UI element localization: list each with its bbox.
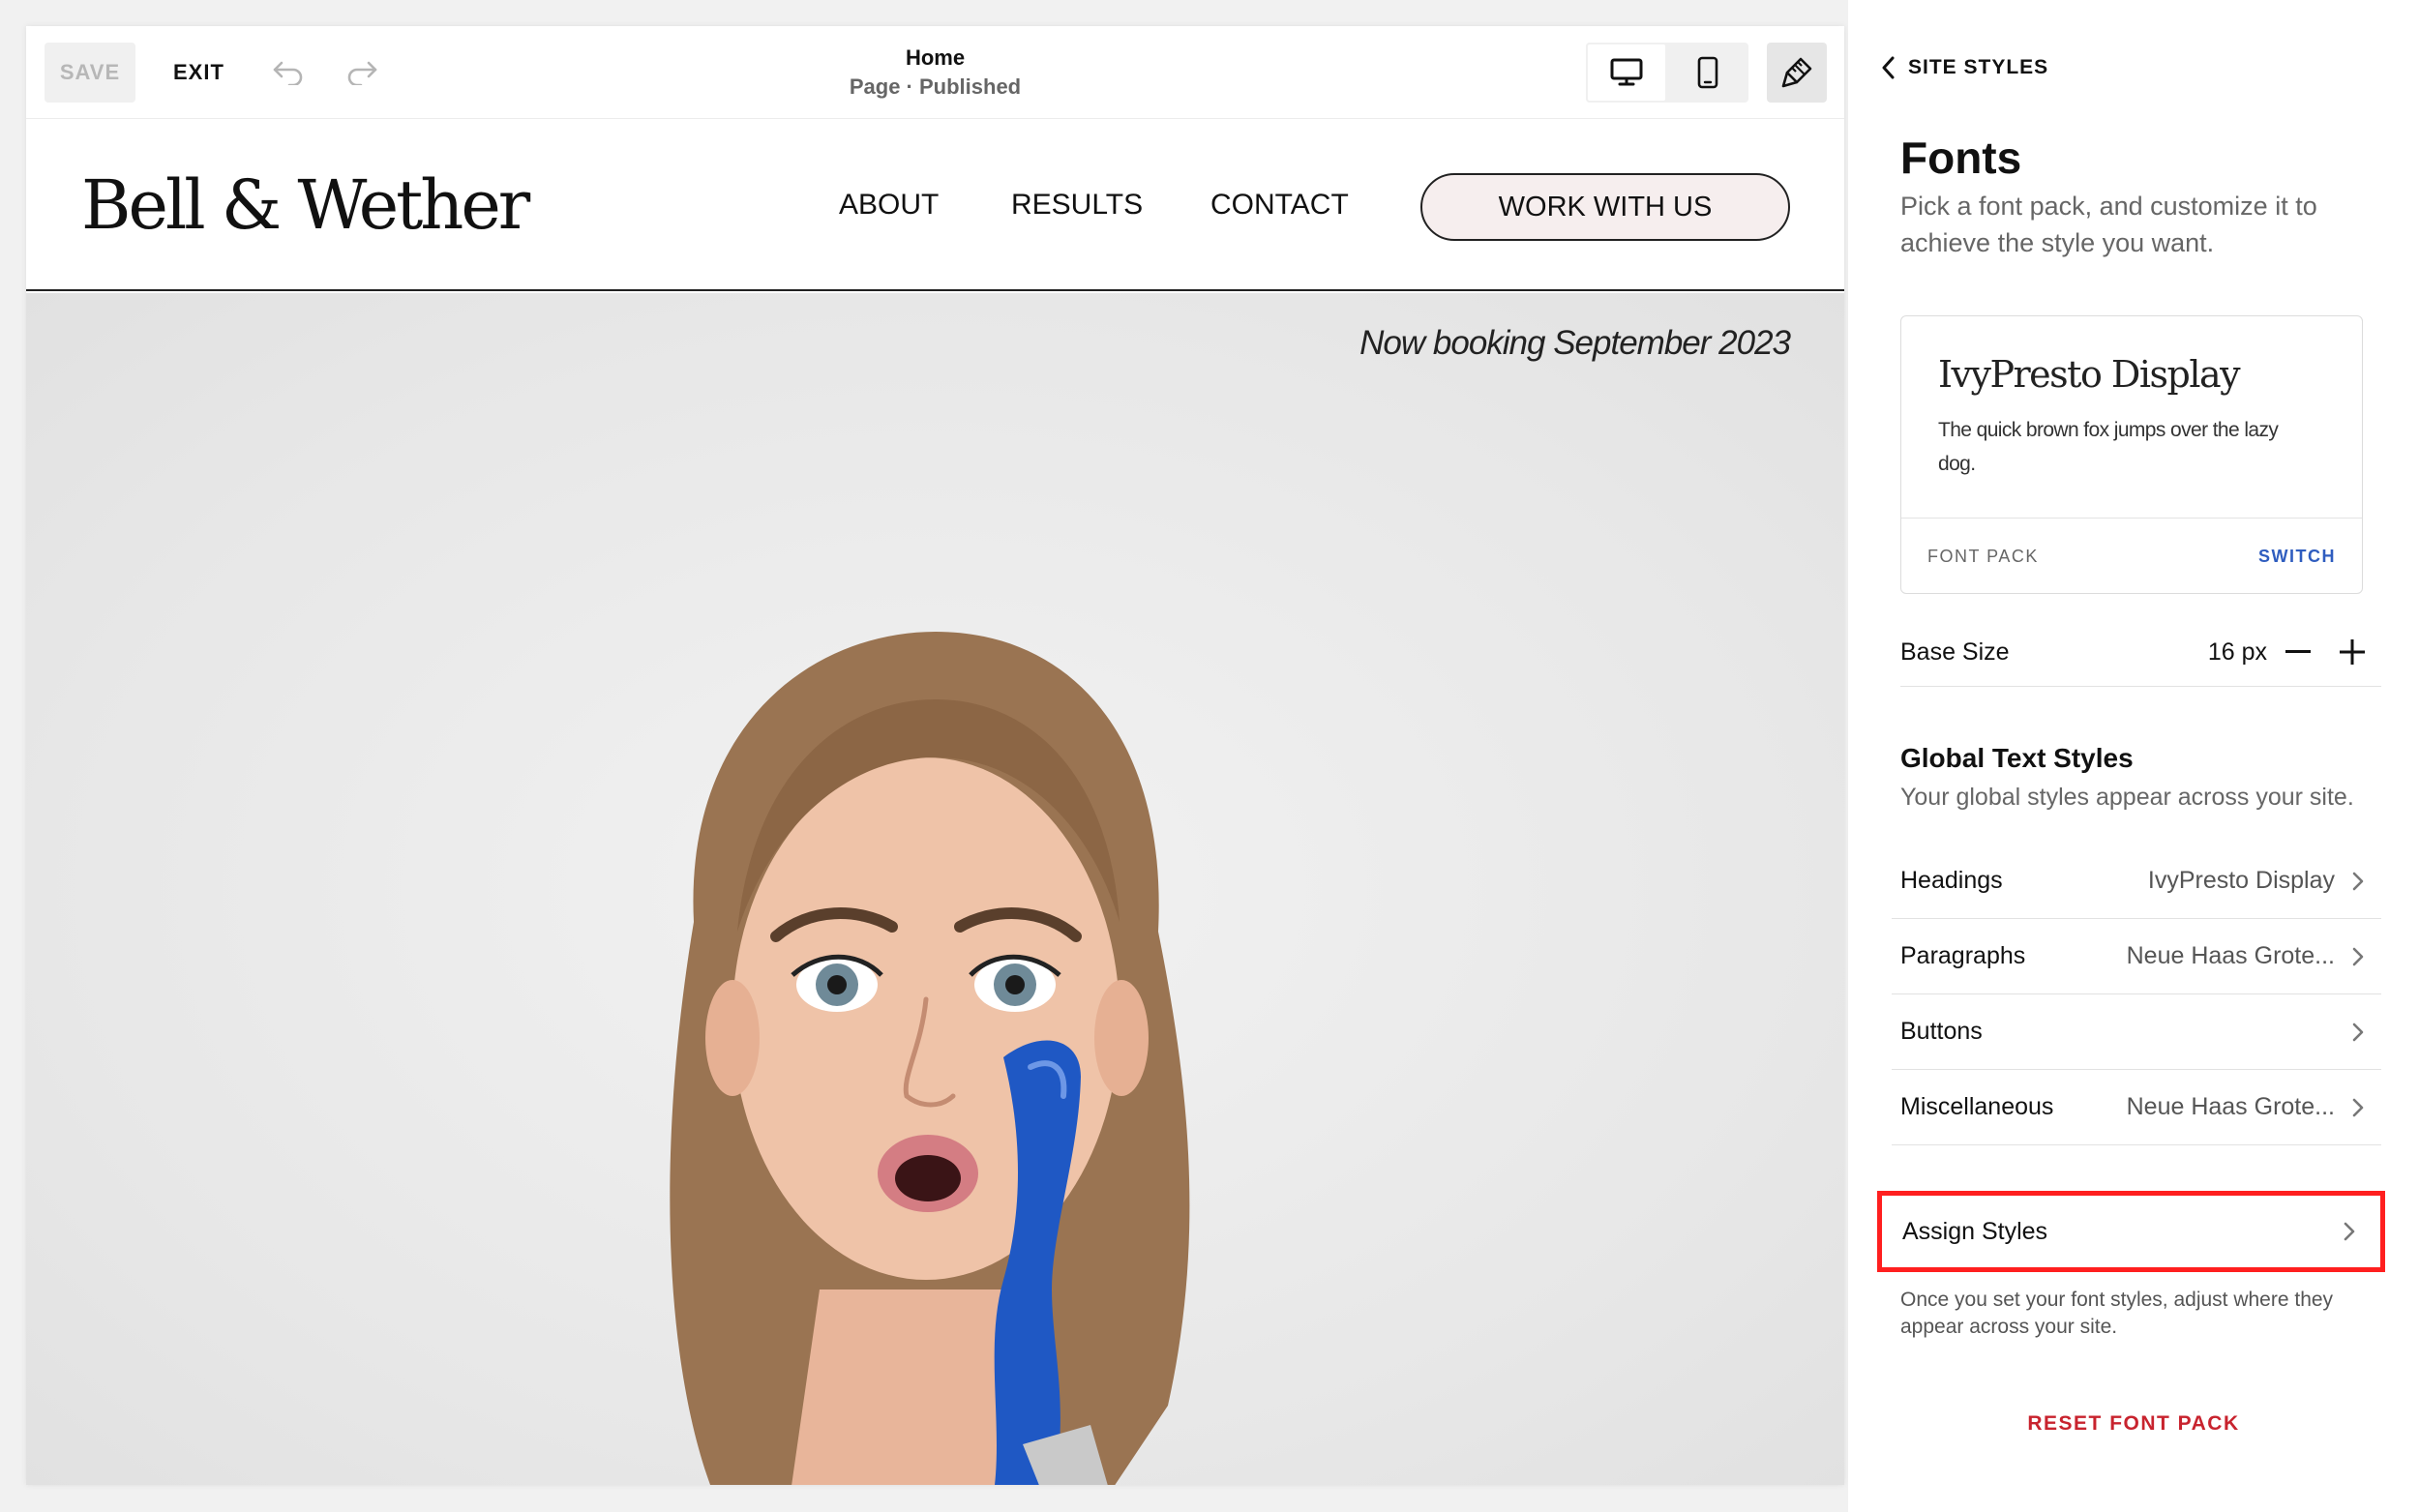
- site-styles-panel: SITE STYLES Fonts Pick a font pack, and …: [1848, 0, 2419, 1512]
- back-to-site-styles[interactable]: SITE STYLES: [1881, 56, 2048, 79]
- editor-toolbar: SAVE EXIT Home Page · Published: [26, 26, 1844, 119]
- hero-section: Now booking September 2023: [26, 293, 1844, 1485]
- chevron-left-icon: [1882, 56, 1895, 79]
- editor-canvas: SAVE EXIT Home Page · Published Bell & W…: [26, 26, 1844, 1485]
- chevron-right-icon: [2352, 1098, 2364, 1117]
- paintbrush-icon[interactable]: [1767, 43, 1827, 103]
- chevron-right-icon: [2352, 872, 2364, 891]
- work-with-us-button[interactable]: WORK WITH US: [1420, 173, 1790, 241]
- style-row-label: Buttons: [1900, 1018, 1983, 1045]
- font-pack-name: IvyPresto Display: [1938, 353, 2241, 396]
- base-size-label: Base Size: [1900, 638, 2010, 666]
- nav-results[interactable]: RESULTS: [1011, 119, 1143, 291]
- mobile-icon[interactable]: [1667, 43, 1748, 103]
- assign-styles-row[interactable]: Assign Styles: [1877, 1191, 2385, 1272]
- font-pack-label: FONT PACK: [1927, 547, 2039, 566]
- panel-subtitle: Pick a font pack, and customize it to ac…: [1900, 192, 2317, 257]
- minus-icon[interactable]: [2279, 633, 2317, 671]
- switch-font-pack-button[interactable]: SWITCH: [2258, 547, 2336, 567]
- font-pack-sample: The quick brown fox jumps over the lazy …: [1938, 419, 2279, 475]
- chevron-right-icon: [2352, 947, 2364, 966]
- style-row-label: Headings: [1900, 867, 2003, 894]
- hero-photo: [670, 632, 1190, 1485]
- base-size-value: 16 px: [2207, 638, 2267, 666]
- nav-about[interactable]: ABOUT: [839, 119, 939, 291]
- site-header: Bell & Wether ABOUT RESULTS CONTACT WORK…: [26, 119, 1844, 291]
- style-row-paragraphs[interactable]: Paragraphs Neue Haas Grote...: [1892, 919, 2381, 994]
- device-toggle: [1586, 43, 1748, 103]
- style-row-value: Neue Haas Grote...: [2126, 1093, 2335, 1120]
- back-label: SITE STYLES: [1908, 56, 2049, 78]
- chevron-right-icon: [2344, 1222, 2355, 1241]
- style-row-label: Paragraphs: [1900, 942, 2026, 969]
- assign-styles-label: Assign Styles: [1902, 1217, 2048, 1245]
- global-text-styles-subtitle: Your global styles appear across your si…: [1900, 784, 2354, 811]
- font-pack-card[interactable]: IvyPresto Display The quick brown fox ju…: [1900, 315, 2363, 594]
- style-row-miscellaneous[interactable]: Miscellaneous Neue Haas Grote...: [1892, 1070, 2381, 1145]
- style-row-value: Neue Haas Grote...: [2126, 942, 2335, 969]
- page-name: Home: [905, 45, 966, 70]
- style-row-headings[interactable]: Headings IvyPresto Display: [1892, 844, 2381, 919]
- panel-title: Fonts: [1900, 133, 2022, 183]
- divider: [1901, 518, 2362, 519]
- global-text-styles-title: Global Text Styles: [1900, 743, 2134, 773]
- style-row-value: IvyPresto Display: [2147, 867, 2335, 894]
- assign-styles-help: Once you set your font styles, adjust wh…: [1900, 1289, 2334, 1338]
- page-status: Page · Published: [849, 74, 1022, 99]
- base-size-row: Base Size 16 px: [1900, 619, 2381, 687]
- chevron-right-icon: [2352, 1023, 2364, 1042]
- style-row-label: Miscellaneous: [1900, 1093, 2054, 1120]
- page-title[interactable]: Home Page · Published: [26, 45, 1844, 100]
- site-logo[interactable]: Bell & Wether: [81, 165, 530, 245]
- desktop-icon[interactable]: [1586, 43, 1667, 103]
- booking-text: Now booking September 2023: [1359, 324, 1791, 362]
- style-row-buttons[interactable]: Buttons: [1892, 994, 2381, 1070]
- nav-contact[interactable]: CONTACT: [1210, 119, 1349, 291]
- plus-icon[interactable]: [2333, 633, 2372, 671]
- reset-font-pack-button[interactable]: RESET FONT PACK: [1848, 1412, 2419, 1436]
